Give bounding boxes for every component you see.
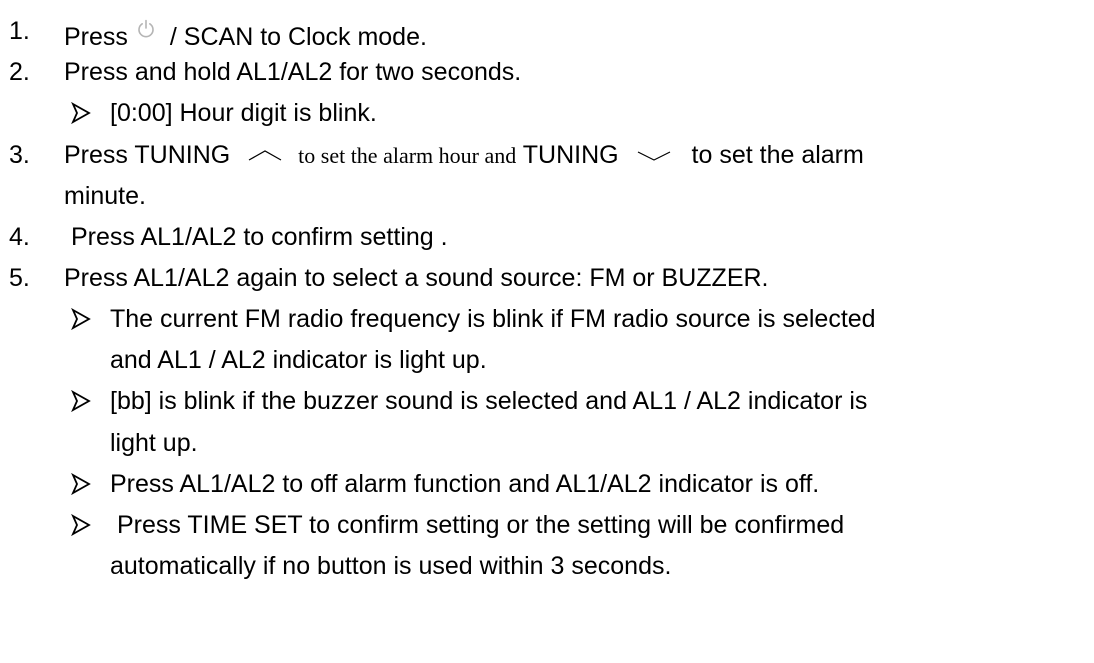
step-text: to set the alarm [691, 141, 864, 169]
power-icon [136, 14, 156, 38]
arrow-bullet-icon [71, 473, 91, 495]
step-number: 2. [9, 58, 30, 86]
step-number: 3. [9, 141, 30, 169]
step-text: minute. [64, 182, 146, 210]
bullet-text: and AL1 / AL2 indicator is light up. [110, 346, 487, 374]
arrow-bullet-icon [71, 514, 91, 536]
bullet-text: Press AL1/AL2 to off alarm function and … [110, 470, 820, 498]
step-number: 1. [9, 17, 30, 45]
step-text: TUNING [522, 141, 619, 169]
step-text: Press TUNING [64, 141, 231, 169]
arrow-bullet-icon [71, 308, 91, 330]
bullet-text: light up. [110, 429, 198, 457]
caret-up-icon [248, 150, 282, 161]
step-text: to set the alarm hour and [298, 143, 517, 168]
arrow-bullet-icon [71, 102, 91, 124]
instruction-document: 1. Press / SCAN to Clock mode. 2. Press a… [0, 0, 1094, 663]
step-text: Press AL1/AL2 again to select a sound so… [64, 264, 769, 292]
bullet-text: automatically if no button is used withi… [110, 552, 672, 580]
bullet-text: [bb] is blink if the buzzer sound is sel… [110, 387, 868, 415]
bullet-text: Press TIME SET to confirm setting or the… [117, 511, 845, 539]
step-text: Press [64, 23, 128, 51]
arrow-bullet-icon [71, 390, 91, 412]
bullet-text: [0:00] Hour digit is blink. [110, 99, 377, 127]
step-text: Press AL1/AL2 to confirm setting . [71, 223, 448, 251]
bullet-text: The current FM radio frequency is blink … [110, 305, 876, 333]
step-text: Press and hold AL1/AL2 for two seconds. [64, 58, 522, 86]
step-text: / SCAN to Clock mode. [169, 23, 427, 51]
caret-down-icon [637, 151, 670, 162]
step-number: 4. [9, 223, 30, 251]
step-number: 5. [9, 264, 30, 292]
